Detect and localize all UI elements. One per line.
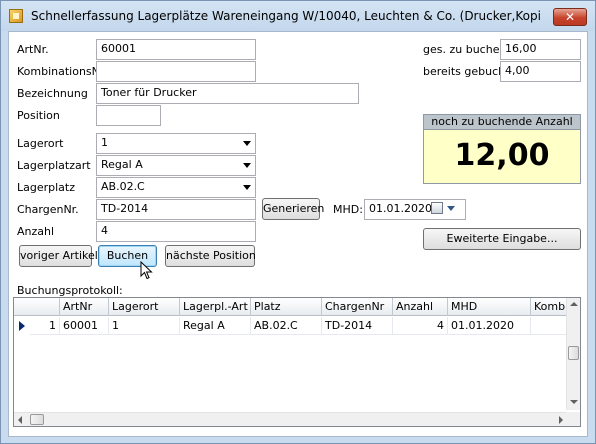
col-kombi[interactable]: Kombi xyxy=(531,298,568,316)
col-platz[interactable]: Platz xyxy=(251,298,322,316)
cell-artnr: 60001 xyxy=(60,317,109,335)
bereits-gebucht-field: 4,00 xyxy=(500,61,581,82)
cell-anzahl: 4 xyxy=(393,317,448,335)
bezeichnung-field[interactable]: Toner für Drucker xyxy=(96,83,359,104)
grid-header: ArtNr Lagerort Lagerpl.-Art Platz Charge… xyxy=(14,298,568,316)
scroll-left-icon[interactable] xyxy=(18,416,22,424)
horizontal-scrollbar[interactable] xyxy=(14,412,568,426)
scroll-right-icon[interactable] xyxy=(559,416,563,424)
vertical-scroll-thumb[interactable] xyxy=(568,346,579,360)
chevron-down-icon[interactable] xyxy=(447,206,455,211)
voriger-artikel-button[interactable]: voriger Artikel xyxy=(19,245,98,267)
lagerplatzart-value: Regal A xyxy=(101,158,143,171)
erweiterte-eingabe-button[interactable]: Eweiterte Eingabe... xyxy=(423,228,581,250)
chevron-down-icon[interactable] xyxy=(243,185,251,190)
table-row[interactable]: 1 60001 1 Regal A AB.02.C TD-2014 4 01.0… xyxy=(14,317,568,335)
ges-zu-buchen-label: ges. zu buchen xyxy=(423,43,507,56)
anzahl-label: Anzahl xyxy=(17,225,55,238)
position-label: Position xyxy=(17,109,60,122)
cell-chargennr: TD-2014 xyxy=(322,317,393,335)
bezeichnung-label: Bezeichnung xyxy=(17,87,88,100)
cell-platz: AB.02.C xyxy=(251,317,322,335)
kombination-label: KombinationsNr. xyxy=(17,65,107,78)
artnr-field[interactable]: 60001 xyxy=(96,39,256,60)
lagerplatz-label: Lagerplatz xyxy=(17,181,76,194)
title-bar[interactable]: Schnellerfassung Lagerplätze Wareneingan… xyxy=(1,1,595,31)
generieren-button[interactable]: Generieren xyxy=(262,198,324,220)
artnr-label: ArtNr. xyxy=(17,43,49,56)
mhd-label: MHD: xyxy=(333,203,363,216)
buchungsprotokoll-grid[interactable]: ArtNr Lagerort Lagerpl.-Art Platz Charge… xyxy=(13,297,581,427)
app-icon xyxy=(9,9,23,23)
cell-nr: 1 xyxy=(30,317,60,335)
lagerplatz-select[interactable]: AB.02.C xyxy=(96,177,256,198)
col-mhd[interactable]: MHD xyxy=(448,298,531,316)
calendar-icon[interactable] xyxy=(431,202,443,214)
lagerort-label: Lagerort xyxy=(17,137,64,150)
scroll-corner xyxy=(566,412,580,426)
col-chargennr[interactable]: ChargenNr xyxy=(322,298,393,316)
ges-zu-buchen-field: 16,00 xyxy=(500,39,581,60)
grid-corner xyxy=(14,298,60,316)
anzahl-field[interactable]: 4 xyxy=(96,221,256,242)
lagerplatzart-label: Lagerplatzart xyxy=(17,159,91,172)
lagerort-value: 1 xyxy=(101,136,108,149)
col-artnr[interactable]: ArtNr xyxy=(60,298,109,316)
noch-zu-buchen-value: 12,00 xyxy=(423,130,581,184)
kombination-field[interactable] xyxy=(96,61,256,82)
position-field[interactable] xyxy=(96,105,161,126)
close-button[interactable]: ✕ xyxy=(553,8,587,26)
chargennr-label: ChargenNr. xyxy=(17,203,79,216)
naechste-position-button[interactable]: nächste Position xyxy=(165,245,256,267)
cell-lagerplart: Regal A xyxy=(180,317,251,335)
cell-lagerort: 1 xyxy=(109,317,180,335)
scroll-down-icon[interactable] xyxy=(570,400,578,404)
chevron-down-icon[interactable] xyxy=(243,141,251,146)
chevron-down-icon[interactable] xyxy=(243,163,251,168)
mouse-cursor-icon xyxy=(140,261,153,280)
buchungsprotokoll-label: Buchungsprotokoll: xyxy=(17,284,123,297)
lagerplatz-value: AB.02.C xyxy=(101,180,145,193)
scroll-up-icon[interactable] xyxy=(570,302,578,306)
noch-zu-buchen-header: noch zu buchende Anzahl xyxy=(423,114,581,130)
dialog-window: Schnellerfassung Lagerplätze Wareneingan… xyxy=(0,0,596,444)
chargennr-field[interactable]: TD-2014 xyxy=(96,199,256,220)
col-lagerplart[interactable]: Lagerpl.-Art xyxy=(180,298,251,316)
col-anzahl[interactable]: Anzahl xyxy=(393,298,448,316)
vertical-scrollbar[interactable] xyxy=(566,298,580,410)
lagerplatzart-select[interactable]: Regal A xyxy=(96,155,256,176)
cell-kombi xyxy=(531,317,568,335)
lagerort-select[interactable]: 1 xyxy=(96,133,256,154)
horizontal-scroll-thumb[interactable] xyxy=(30,414,44,425)
bereits-gebucht-label: bereits gebucht xyxy=(423,65,510,78)
window-title: Schnellerfassung Lagerplätze Wareneingan… xyxy=(31,9,541,23)
col-lagerort[interactable]: Lagerort xyxy=(109,298,180,316)
mhd-value: 01.01.2020 xyxy=(369,202,432,215)
cell-mhd: 01.01.2020 xyxy=(448,317,531,335)
